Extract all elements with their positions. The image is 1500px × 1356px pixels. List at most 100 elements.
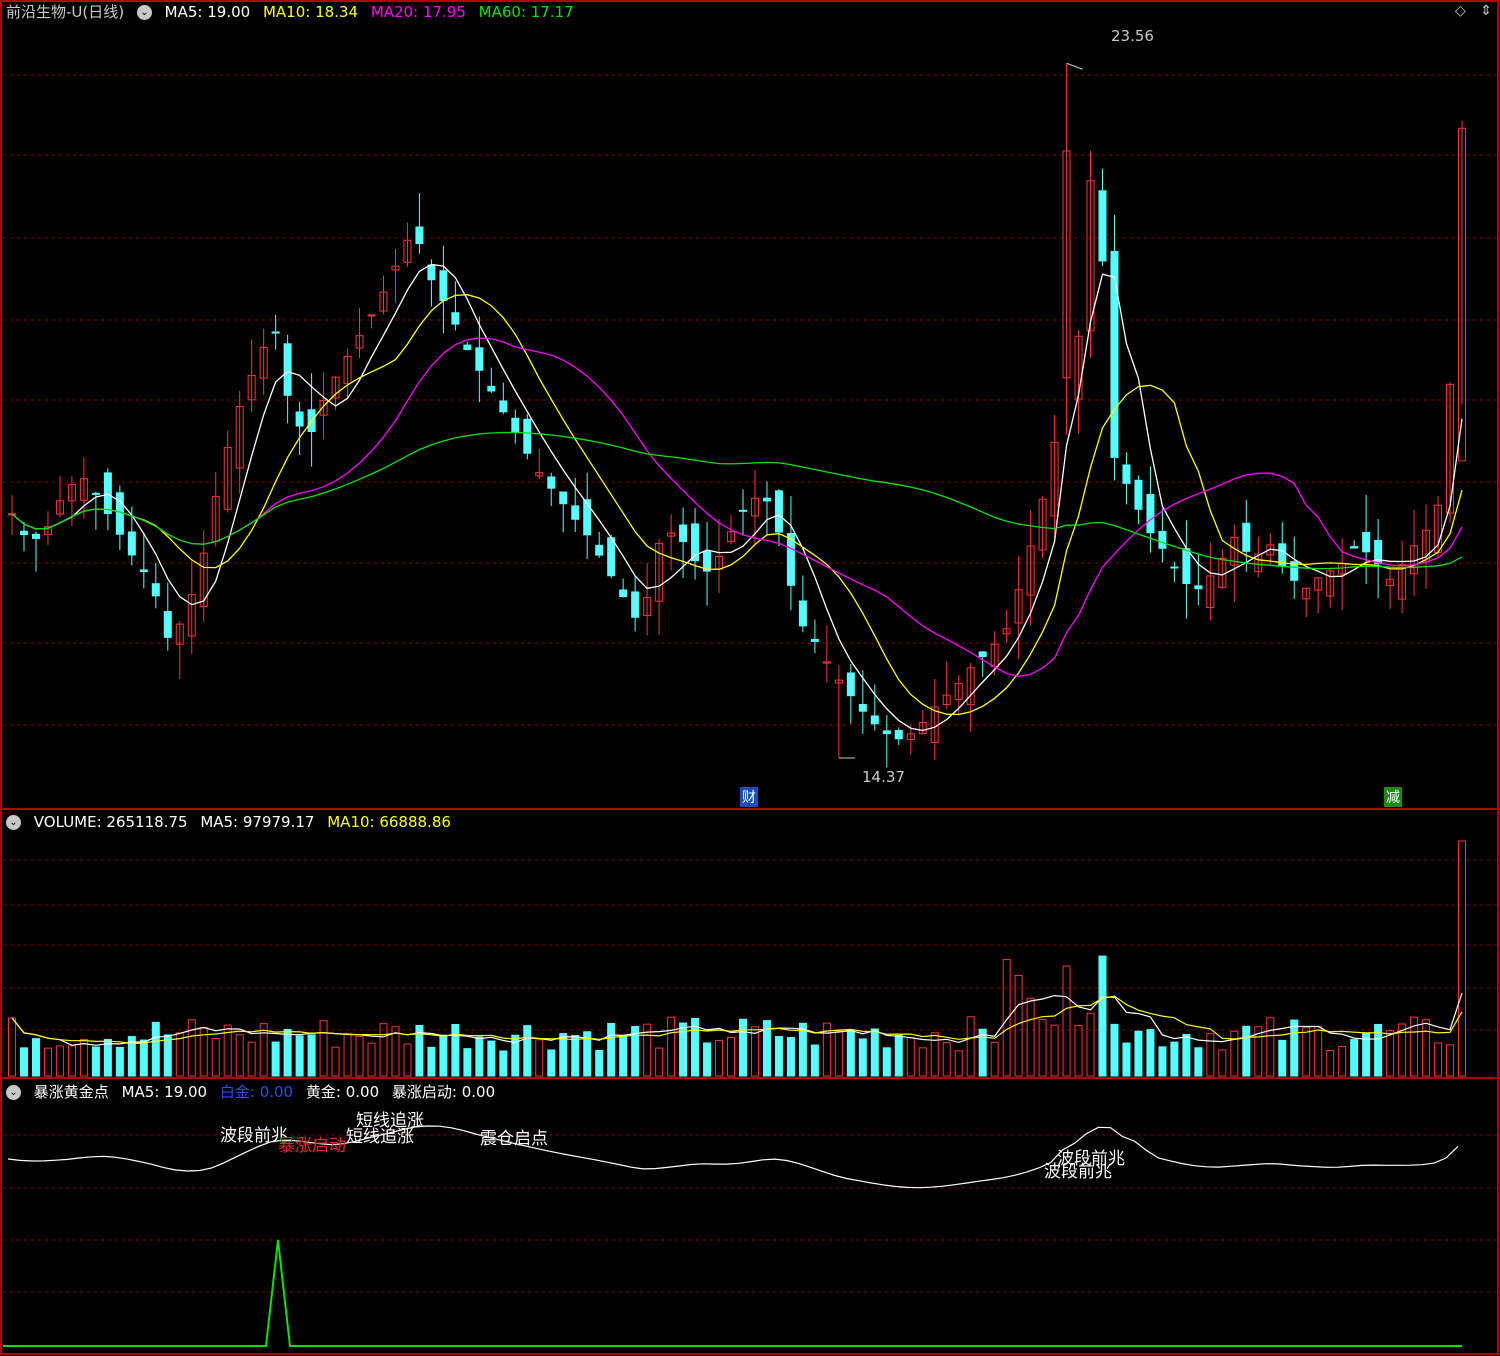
- volume-bar: [1350, 1039, 1359, 1077]
- candle-body: [19, 530, 28, 536]
- volume-bar: [151, 1021, 160, 1077]
- volume-bar: [1146, 1029, 1155, 1077]
- candle-body: [1362, 532, 1371, 553]
- volume-bar: [67, 1045, 76, 1077]
- high-pointer: [1066, 62, 1083, 70]
- signal-label: 暴涨启动: [278, 1136, 346, 1156]
- volume-bar: [43, 1047, 52, 1077]
- volume-bar: [187, 1019, 196, 1077]
- candle-body: [283, 343, 292, 396]
- volume-bar: [271, 1041, 280, 1077]
- volume-bar: [1038, 1018, 1047, 1077]
- candle-body: [1122, 464, 1131, 484]
- volume-bar: [463, 1048, 472, 1077]
- volume-bar: [786, 1037, 795, 1077]
- candle-body: [894, 730, 903, 740]
- volume-bar: [19, 1047, 28, 1077]
- volume-bar: [547, 1049, 556, 1077]
- volume-bar: [954, 1050, 963, 1077]
- candle-body: [571, 505, 580, 520]
- volume-bar: [79, 1038, 88, 1077]
- volume-bar: [619, 1035, 628, 1077]
- volume-readout: VOLUME: 265118.75: [33, 813, 188, 831]
- volume-bar: [1446, 1044, 1455, 1077]
- ma10-readout: MA10: 18.34: [262, 3, 359, 21]
- volume-bar: [1302, 1027, 1311, 1077]
- volume-bar: [1206, 1033, 1215, 1077]
- candle-body: [463, 344, 472, 351]
- volume-bar: [655, 1047, 664, 1077]
- candle-body: [487, 385, 496, 392]
- volume-bar: [523, 1025, 532, 1077]
- volume-bar: [1422, 1019, 1431, 1077]
- signal-label: 短线追涨: [346, 1127, 414, 1147]
- ma60-readout: MA60: 17.17: [478, 3, 574, 21]
- collapse-icon[interactable]: ⌄: [136, 5, 152, 20]
- signal-label: 波段前兆: [1044, 1162, 1112, 1182]
- candle-body: [499, 400, 508, 413]
- volume-bar: [8, 1017, 16, 1077]
- volume-bar: [331, 1046, 340, 1077]
- stock-title[interactable]: 前沿生物-U(日线): [6, 3, 124, 21]
- volume-bar: [1278, 1039, 1287, 1077]
- candle-body: [127, 531, 136, 556]
- candle-body: [559, 491, 568, 505]
- volume-bar: [667, 1016, 676, 1077]
- candle-body: [1170, 566, 1179, 569]
- volume-bar: [163, 1034, 172, 1077]
- volume-bar: [1314, 1025, 1323, 1077]
- candle-body: [846, 672, 855, 697]
- main-header: 前沿生物-U(日线) ⌄ MA5: 19.00 MA10: 18.34 MA20…: [6, 1, 582, 23]
- candle-body: [91, 492, 100, 495]
- volume-bar: [115, 1046, 124, 1077]
- candle-body: [103, 472, 112, 514]
- volume-bar: [870, 1028, 879, 1077]
- candle-body: [31, 533, 40, 539]
- volume-bar: [1074, 1024, 1083, 1077]
- chart-canvas[interactable]: [0, 0, 1500, 1356]
- ma20-line: [11, 337, 1463, 677]
- indicator-huangjin: 黄金: 0.00: [305, 1083, 380, 1101]
- indicator-qidong: 暴涨启动: 0.00: [391, 1083, 496, 1101]
- candle-body: [583, 499, 592, 536]
- candle-body: [798, 600, 807, 627]
- indicator-name[interactable]: 暴涨黄金点: [34, 1083, 109, 1101]
- ma5-readout: MA5: 19.00: [164, 3, 251, 21]
- candle-body: [858, 703, 867, 712]
- volume-bar: [1098, 955, 1107, 1077]
- volume-bar: [1230, 1030, 1239, 1077]
- volume-collapse-icon[interactable]: ⌄: [6, 815, 21, 830]
- volume-bar: [403, 1043, 412, 1077]
- candle-body: [1098, 190, 1107, 262]
- indicator-header: ⌄ 暴涨黄金点 MA5: 19.00 白金: 0.00 黄金: 0.00 暴涨启…: [6, 1081, 503, 1103]
- diamond-icon[interactable]: ◇: [1455, 3, 1466, 19]
- candle-body: [882, 730, 891, 735]
- cai-marker[interactable]: 财: [740, 787, 758, 807]
- volume-bar: [810, 1044, 819, 1077]
- frame: [0, 0, 1499, 1355]
- volume-bar: [1002, 959, 1011, 1077]
- candle-body: [271, 331, 280, 334]
- indicator-collapse-icon[interactable]: ⌄: [6, 1085, 21, 1100]
- volume-bar: [858, 1038, 867, 1077]
- volume-bar: [559, 1033, 568, 1077]
- volume-bar: [1338, 1045, 1347, 1077]
- jian-marker[interactable]: 减: [1384, 787, 1402, 807]
- chart-stage: 前沿生物-U(日线) ⌄ MA5: 19.00 MA10: 18.34 MA20…: [0, 0, 1500, 1356]
- candle-body: [810, 638, 819, 642]
- volume-bar: [1170, 1041, 1179, 1077]
- volume-bar: [571, 1034, 580, 1077]
- candle-body: [415, 226, 424, 245]
- candle-body: [295, 411, 304, 427]
- candle-body: [1182, 548, 1191, 585]
- candle-body: [1158, 530, 1167, 549]
- candle-body: [1242, 522, 1251, 552]
- volume-bar: [283, 1028, 292, 1077]
- volume-bar: [774, 1036, 783, 1077]
- resize-icon[interactable]: ⇕: [1480, 3, 1492, 19]
- candle-body: [523, 418, 532, 454]
- volume-bar: [990, 1041, 999, 1077]
- volume-bar: [451, 1024, 460, 1077]
- volume-bar: [906, 1037, 915, 1077]
- candle-body: [1110, 250, 1119, 458]
